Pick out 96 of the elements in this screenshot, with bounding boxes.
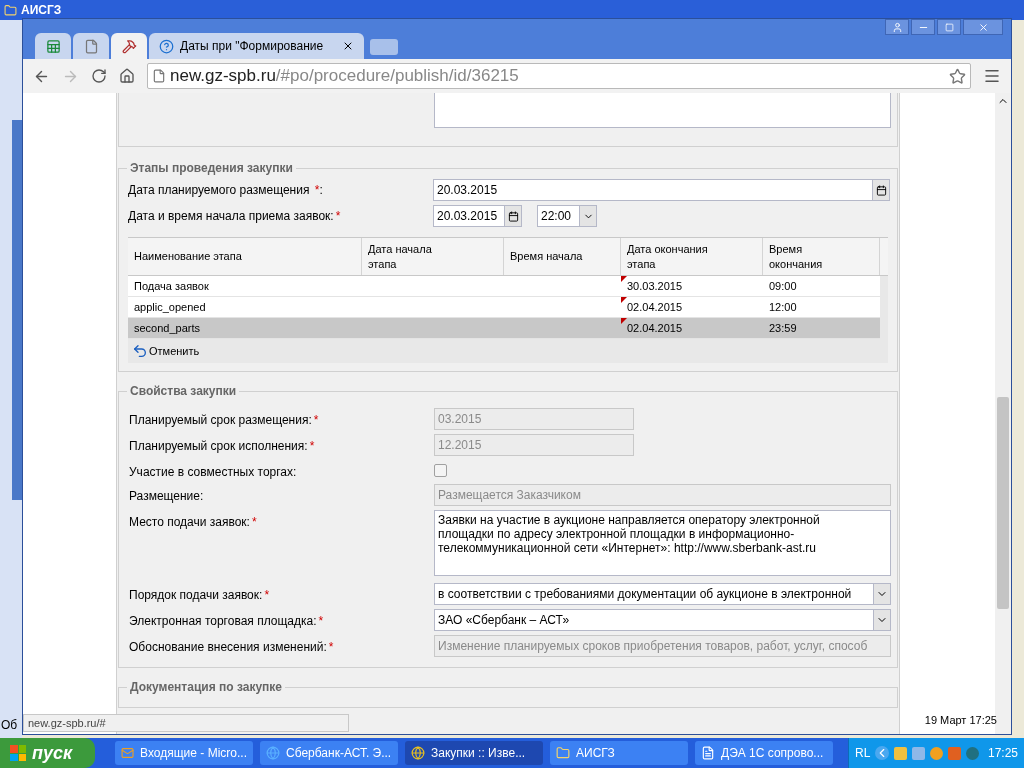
browser-tab[interactable]: Даты при "Формирование (149, 33, 364, 59)
required-mark: * (313, 413, 319, 427)
taskbar-button[interactable]: АИСГЗ (550, 741, 688, 765)
column-header[interactable]: Наименование этапа (128, 238, 362, 275)
minimize-button[interactable] (911, 19, 935, 35)
browser-tab[interactable] (73, 33, 109, 59)
select-field[interactable]: в соответствии с требованиями документации об аукционе в электронной (434, 583, 891, 605)
globe-icon (266, 746, 280, 760)
status-url: new.gz-spb.ru/# (23, 714, 349, 732)
table-cell-text: second_parts (133, 321, 202, 336)
reload-button[interactable] (91, 68, 107, 84)
table-cell-text: 09:00 (768, 279, 798, 294)
field-label: Планируемый срок исполнения: * (129, 438, 316, 455)
document-icon (701, 746, 715, 760)
table-cell: 02.04.2015 (621, 318, 763, 338)
table-cell: 02.04.2015 (621, 297, 763, 317)
window-text: Об (1, 717, 18, 734)
required-mark: * (328, 640, 334, 654)
table-row[interactable]: applic_opened 02.04.2015 12:00 (128, 297, 880, 318)
field-label: Планируемый срок размещения: * (129, 412, 320, 429)
table-cell-text: 23:59 (768, 321, 798, 336)
browser-tab[interactable] (111, 33, 147, 59)
field-label: Дата и время начала приема заявок: * (128, 208, 342, 225)
field-label: Обоснование внесения изменений: * (129, 639, 335, 656)
table-cell-text: 12:00 (768, 300, 798, 315)
select-field[interactable]: ЗАО «Сбербанк – АСТ» (434, 609, 891, 631)
field-label: Порядок подачи заявок: * (129, 587, 271, 604)
close-icon (977, 21, 989, 33)
field-label: Участие в совместных торгах: (129, 464, 298, 481)
required-mark: * (335, 209, 341, 223)
clock: 17:25 (987, 745, 1018, 762)
url-text: new.gz-spb.ru/#po/procedure/publish/id/36215 (170, 65, 520, 88)
column-header[interactable]: Время окончания (763, 238, 880, 275)
date-field[interactable]: 20.03.2015 (433, 179, 890, 201)
taskbar-button[interactable]: Сбербанк-АСТ. Э... (260, 741, 398, 765)
scrollbar[interactable] (995, 93, 1011, 734)
bookmark-star-icon[interactable] (949, 67, 966, 85)
close-button[interactable] (963, 19, 1003, 35)
text-area[interactable]: Заявки на участие в аукционе направляется оператору электронной площадки по адресу электронной площадки в информационно-телекоммуникационной сети «Интернет»: http://www.sberbank-ast.ru (434, 510, 891, 576)
browser-icon (411, 746, 425, 760)
section-title: Этапы проведения закупки (129, 160, 294, 177)
windows-logo-icon (10, 745, 26, 761)
network-icon[interactable] (912, 746, 926, 760)
home-button[interactable] (119, 68, 135, 84)
scroll-thumb[interactable] (997, 397, 1009, 609)
taskbar-button[interactable]: Закупки :: Изве... (405, 741, 543, 765)
field-label: Место подачи заявок: * (129, 514, 258, 531)
text-area[interactable] (434, 93, 891, 128)
window-title: АИСГЗ (21, 2, 62, 19)
field-label: Дата планируемого размещения *: (128, 182, 324, 199)
taskbar-button[interactable]: ДЭА 1С сопрово... (695, 741, 833, 765)
start-button[interactable]: пуск (0, 738, 95, 768)
maximize-button[interactable] (937, 19, 961, 35)
calendar-icon[interactable] (875, 184, 887, 196)
browser-tab[interactable] (35, 33, 71, 59)
help-icon (159, 38, 174, 54)
required-mark: * (309, 439, 315, 453)
tray-app-icon[interactable] (894, 746, 908, 760)
table-cell-text: Подача заявок (133, 279, 210, 294)
maximize-icon (944, 22, 954, 32)
table-row[interactable]: second_parts 02.04.2015 23:59 (128, 318, 880, 339)
undo-icon (132, 343, 148, 359)
person-icon (891, 21, 903, 33)
date-field[interactable]: 20.03.2015 (433, 205, 522, 227)
column-header[interactable]: Дата окончания этапа (621, 238, 763, 275)
time-select[interactable]: 22:00 (537, 205, 597, 227)
spreadsheet-icon (45, 38, 61, 54)
page-icon (152, 69, 166, 83)
checkbox[interactable] (434, 464, 447, 477)
required-mark: * (264, 588, 270, 602)
column-header[interactable]: Время начала (504, 238, 621, 275)
section-title: Документация по закупке (129, 679, 283, 696)
field-label: Электронная торговая площадка: * (129, 613, 325, 630)
page-icon (83, 38, 99, 54)
close-icon[interactable] (342, 40, 354, 52)
address-bar[interactable]: new.gz-spb.ru/#po/procedure/publish/id/36215 (147, 63, 971, 89)
expand-tray-icon[interactable] (875, 746, 890, 760)
required-mark: * (251, 515, 257, 529)
cancel-button[interactable]: Отменить (132, 342, 200, 360)
table-cell-text: applic_opened (133, 300, 207, 315)
column-header[interactable]: Дата начала этапа (362, 238, 504, 275)
calendar-icon[interactable] (507, 210, 519, 222)
profile-button[interactable] (885, 19, 909, 35)
tray-app-icon[interactable] (966, 746, 980, 760)
mail-icon (121, 746, 135, 760)
folder-icon (556, 746, 570, 760)
taskbar-button[interactable]: Входящие - Micro... (115, 741, 253, 765)
section-title: Свойства закупки (129, 383, 238, 400)
hammer-icon (121, 38, 137, 54)
menu-icon[interactable] (983, 67, 1001, 85)
field-label: Размещение: (129, 488, 205, 505)
folder-icon (4, 3, 17, 17)
required-mark: * (318, 614, 324, 628)
status-time: 19 Март 17:25 (924, 712, 997, 728)
table-cell: 30.03.2015 (621, 276, 763, 296)
table-row[interactable]: Подача заявок 30.03.2015 09:00 (128, 276, 880, 297)
